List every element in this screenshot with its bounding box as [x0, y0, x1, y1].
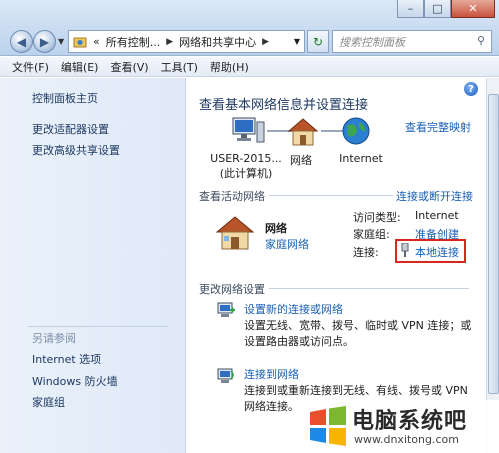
back-button[interactable]: ◀ — [10, 30, 33, 53]
computer-icon — [232, 117, 265, 143]
menu-bar: 文件(F) 编辑(E) 查看(V) 工具(T) 帮助(H) — [0, 57, 499, 77]
internet-options-link[interactable]: Internet 选项 — [32, 351, 101, 367]
help-icon[interactable]: ? — [464, 82, 478, 96]
menu-help[interactable]: 帮助(H) — [210, 59, 249, 75]
network-node[interactable]: 网络 — [279, 152, 323, 168]
connection-label: 连接: — [353, 246, 379, 259]
windows-logo-icon — [310, 406, 346, 446]
see-full-map-link[interactable]: 查看完整映射 — [405, 119, 471, 135]
network-folder-icon — [73, 37, 87, 47]
maximize-button[interactable]: □ — [424, 0, 451, 18]
access-type-value: Internet — [415, 209, 459, 222]
menu-view[interactable]: 查看(V) — [110, 59, 148, 75]
breadcrumb-separator-icon[interactable]: ▶ — [262, 37, 269, 47]
minimize-button[interactable]: – — [397, 0, 424, 18]
search-icon[interactable]: ⚲ — [477, 34, 485, 47]
main-content: ? 查看基本网络信息并设置连接 查看完整映射 USER-2015... (此计算… — [187, 78, 486, 453]
access-type-label: 访问类型: — [353, 211, 401, 224]
connect-disconnect-link[interactable]: 连接或断开连接 — [396, 188, 473, 204]
setup-new-connection-desc: 设置无线、宽带、拨号、临时或 VPN 连接；或设置路由器或访问点。 — [244, 319, 472, 348]
refresh-button[interactable]: ↻ — [307, 30, 329, 53]
computer-sub: (此计算机) — [219, 167, 273, 180]
recent-pages-dropdown[interactable]: ▼ — [58, 37, 64, 46]
change-settings-heading: 更改网络设置 — [199, 283, 265, 296]
breadcrumb-network-center[interactable]: 网络和共享中心 — [179, 34, 256, 50]
this-computer-node[interactable]: USER-2015... (此计算机) — [201, 152, 291, 181]
search-input[interactable]: 搜索控制面板 ⚲ — [332, 30, 492, 53]
internet-node[interactable]: Internet — [331, 152, 391, 165]
search-placeholder: 搜索控制面板 — [339, 35, 405, 49]
house-network-icon — [287, 118, 319, 146]
address-bar[interactable]: « 所有控制... ▶ 网络和共享中心 ▶ ▼ — [68, 30, 305, 53]
change-adapter-settings-link[interactable]: 更改适配器设置 — [32, 121, 109, 137]
arrow-left-icon: ◀ — [16, 34, 27, 49]
setup-new-connection-link[interactable]: 设置新的连接或网络 — [244, 301, 343, 317]
left-task-pane: 控制面板主页 更改适配器设置 更改高级共享设置 另请参阅 Internet 选项… — [0, 78, 186, 453]
computer-name: USER-2015... — [210, 152, 282, 165]
arrow-right-icon: ▶ — [39, 34, 50, 49]
vertical-scrollbar[interactable] — [486, 78, 499, 453]
connect-to-network-link[interactable]: 连接到网络 — [244, 366, 299, 382]
menu-tools[interactable]: 工具(T) — [161, 59, 198, 75]
connect-network-icon — [217, 368, 234, 383]
active-networks-heading: 查看活动网络 — [199, 190, 265, 203]
home-network-icon — [215, 216, 255, 250]
window-controls: – □ ✕ — [397, 0, 495, 20]
ethernet-plug-icon — [401, 243, 409, 257]
network-type-link[interactable]: 家庭网络 — [265, 236, 309, 252]
section-divider — [269, 195, 393, 196]
address-dropdown-icon[interactable]: ▼ — [290, 37, 304, 46]
watermark: 电脑系统吧 www.dnxitong.com — [302, 400, 499, 453]
watermark-title: 电脑系统吧 — [352, 409, 468, 434]
control-panel-home-link[interactable]: 控制面板主页 — [32, 90, 98, 106]
breadcrumb-overflow[interactable]: « — [93, 35, 100, 48]
breadcrumb-all-control-panel[interactable]: 所有控制... — [106, 34, 161, 50]
setup-connection-icon — [217, 302, 235, 317]
window-chrome: – □ ✕ ◀ ▶ ▼ « 所有控制... ▶ 网络和共享中心 ▶ ▼ ↻ 搜索… — [0, 0, 499, 56]
internet-node-label: Internet — [339, 152, 383, 165]
page-title: 查看基本网络信息并设置连接 — [199, 98, 369, 113]
refresh-icon: ↻ — [312, 34, 324, 49]
change-advanced-sharing-link[interactable]: 更改高级共享设置 — [32, 142, 120, 158]
windows-firewall-link[interactable]: Windows 防火墙 — [32, 373, 118, 389]
see-also-heading: 另请参阅 — [32, 332, 76, 345]
menu-file[interactable]: 文件(F) — [12, 59, 49, 75]
forward-button[interactable]: ▶ — [33, 30, 56, 53]
section-divider — [269, 288, 469, 289]
homegroup-link[interactable]: 家庭组 — [32, 394, 65, 410]
breadcrumb-separator-icon[interactable]: ▶ — [166, 37, 173, 47]
scrollbar-thumb[interactable] — [488, 94, 499, 394]
network-node-label: 网络 — [290, 154, 312, 167]
homegroup-label: 家庭组: — [353, 228, 390, 241]
globe-icon — [342, 117, 370, 145]
menu-edit[interactable]: 编辑(E) — [61, 59, 99, 75]
close-button[interactable]: ✕ — [451, 0, 495, 18]
watermark-url: www.dnxitong.com — [354, 433, 459, 446]
see-also-divider — [28, 326, 168, 327]
local-connection-link[interactable]: 本地连接 — [415, 244, 459, 260]
active-network-name: 网络 — [265, 222, 287, 235]
